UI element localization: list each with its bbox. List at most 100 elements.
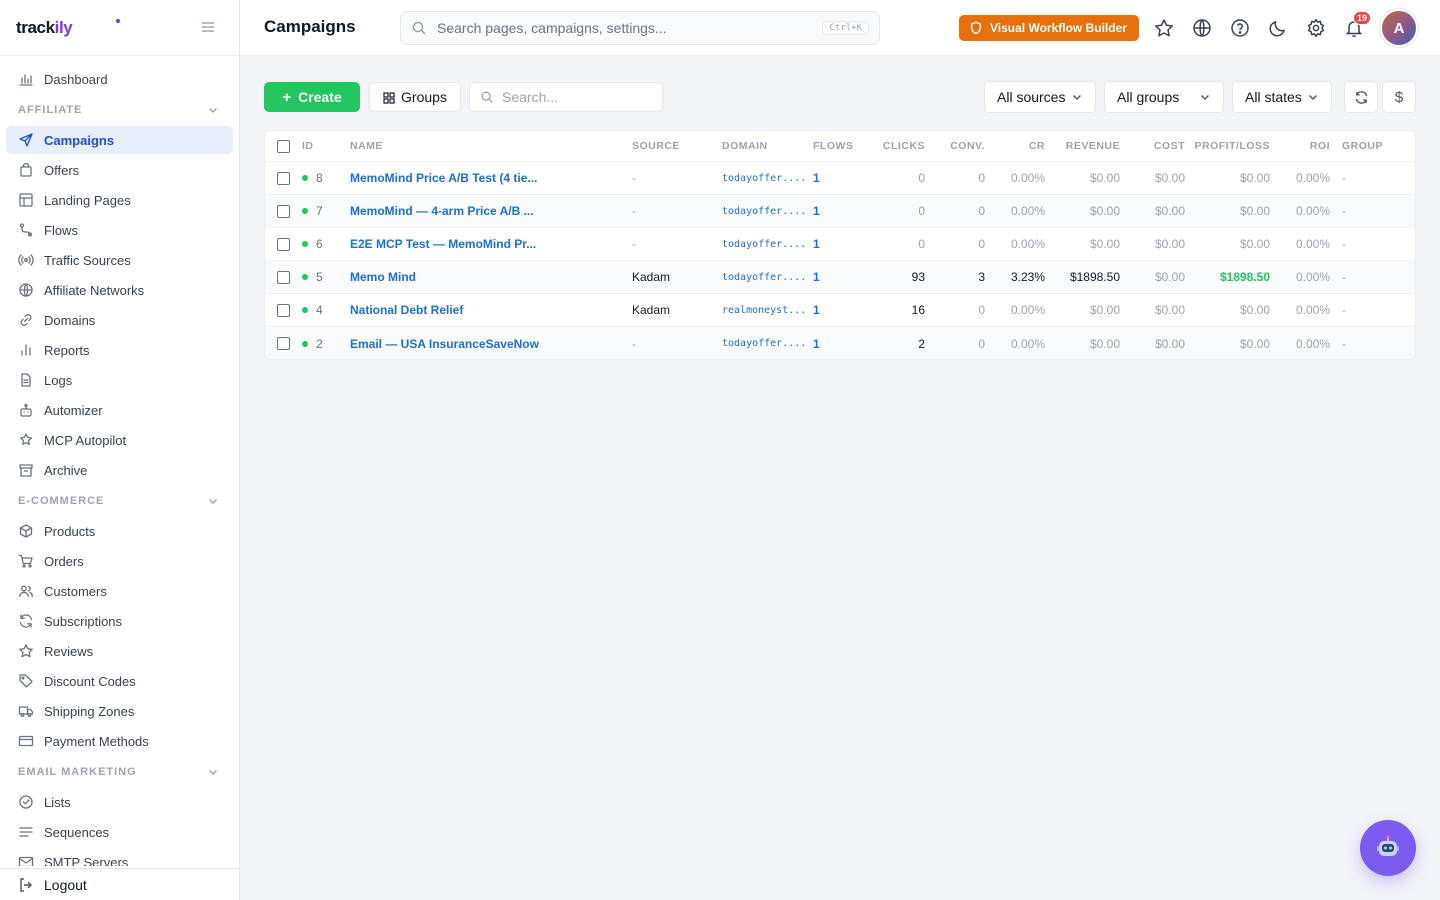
- cell-domain: todayoffer....: [722, 162, 804, 194]
- table-search-input[interactable]: [502, 89, 652, 105]
- sidebar-item-affiliate-networks[interactable]: Affiliate Networks: [6, 276, 233, 304]
- globe-icon[interactable]: [1191, 17, 1213, 39]
- sidebar-item-offers[interactable]: Offers: [6, 156, 233, 184]
- star-icon[interactable]: [1153, 17, 1175, 39]
- currency-button[interactable]: $: [1382, 81, 1416, 113]
- row-checkbox[interactable]: [277, 237, 290, 251]
- sidebar-item-mcp-autopilot[interactable]: MCP Autopilot: [6, 426, 233, 454]
- create-button[interactable]: + Create: [264, 82, 360, 112]
- column-header-id[interactable]: ID: [302, 131, 342, 161]
- sidebar-item-customers[interactable]: Customers: [6, 577, 233, 605]
- sidebar-item-subscriptions[interactable]: Subscriptions: [6, 607, 233, 635]
- logout-button[interactable]: Logout: [0, 868, 239, 900]
- section-email-marketing[interactable]: EMAIL MARKETING: [0, 757, 239, 787]
- flows-link[interactable]: 1: [813, 270, 820, 284]
- column-header-source[interactable]: SOURCE: [632, 131, 712, 161]
- column-header-group[interactable]: GROUP: [1342, 131, 1402, 161]
- column-header-profit[interactable]: PROFIT/LOSS: [1189, 131, 1270, 161]
- sidebar-item-lists[interactable]: Lists: [6, 788, 233, 816]
- domain-link[interactable]: todayoffer....: [722, 338, 804, 349]
- table-row[interactable]: 7 MemoMind — 4-arm Price A/B ... - todayoff…: [265, 195, 1415, 228]
- table-row[interactable]: 6 E2E MCP Test — MemoMind Pr... - todayoffe…: [265, 228, 1415, 261]
- sidebar-item-dashboard[interactable]: Dashboard: [6, 65, 233, 93]
- sidebar-item-traffic-sources[interactable]: Traffic Sources: [6, 246, 233, 274]
- sidebar-item-products[interactable]: Products: [6, 517, 233, 545]
- global-search[interactable]: Ctrl+K: [400, 11, 880, 45]
- sidebar-item-reports[interactable]: Reports: [6, 336, 233, 364]
- sidebar-item-flows[interactable]: Flows: [6, 216, 233, 244]
- sidebar-item-reviews[interactable]: Reviews: [6, 637, 233, 665]
- avatar[interactable]: A: [1382, 11, 1416, 45]
- cell-clicks: 16: [865, 294, 925, 326]
- table-row[interactable]: 5 Memo Mind Kadam todayoffer.... 1 93 3 3.23% $1…: [265, 261, 1415, 294]
- groups-filter[interactable]: All groups: [1104, 81, 1224, 113]
- link-icon: [18, 312, 34, 328]
- chevron-down-icon: [209, 108, 217, 113]
- sidebar-item-domains[interactable]: Domains: [6, 306, 233, 334]
- states-filter[interactable]: All states: [1232, 81, 1332, 113]
- column-header-clicks[interactable]: CLICKS: [865, 131, 925, 161]
- sidebar-item-orders[interactable]: Orders: [6, 547, 233, 575]
- global-search-input[interactable]: [437, 20, 823, 36]
- table-search[interactable]: [469, 82, 663, 112]
- sidebar-item-campaigns[interactable]: Campaigns: [6, 126, 233, 154]
- sources-filter[interactable]: All sources: [984, 81, 1096, 113]
- help-icon[interactable]: [1229, 17, 1251, 39]
- row-checkbox[interactable]: [277, 270, 290, 284]
- column-header-flows[interactable]: FLOWS: [813, 131, 859, 161]
- sidebar-item-landing-pages[interactable]: Landing Pages: [6, 186, 233, 214]
- campaign-name-link[interactable]: Memo Mind: [350, 270, 416, 284]
- row-checkbox[interactable]: [277, 303, 290, 317]
- row-checkbox[interactable]: [277, 204, 290, 218]
- flows-link[interactable]: 1: [813, 237, 820, 251]
- column-header-revenue[interactable]: REVENUE: [1049, 131, 1120, 161]
- campaign-name-link[interactable]: MemoMind Price A/B Test (4 tie...: [350, 171, 537, 185]
- table-row[interactable]: 4 National Debt Relief Kadam realmoneyst...…: [265, 294, 1415, 327]
- column-header-name[interactable]: NAME: [350, 131, 540, 161]
- sidebar-item-archive[interactable]: Archive: [6, 456, 233, 484]
- menu-icon[interactable]: [199, 18, 217, 36]
- sidebar-item-payment-methods[interactable]: Payment Methods: [6, 727, 233, 755]
- flows-link[interactable]: 1: [813, 303, 820, 317]
- logo[interactable]: trackily: [16, 18, 73, 38]
- refresh-button[interactable]: [1344, 81, 1378, 113]
- campaign-name-link[interactable]: National Debt Relief: [350, 303, 463, 317]
- domain-link[interactable]: realmoneyst...: [722, 305, 804, 316]
- campaign-name-link[interactable]: Email — USA InsuranceSaveNow: [350, 337, 539, 351]
- sidebar-item-smtp-servers[interactable]: SMTP Servers: [6, 848, 233, 866]
- moon-icon[interactable]: [1267, 17, 1289, 39]
- sidebar-item-sequences[interactable]: Sequences: [6, 818, 233, 846]
- table-row[interactable]: 8 MemoMind Price A/B Test (4 tie... - today…: [265, 162, 1415, 195]
- sidebar-item-shipping-zones[interactable]: Shipping Zones: [6, 697, 233, 725]
- section-e-commerce[interactable]: E-COMMERCE: [0, 486, 239, 516]
- sidebar-item-logs[interactable]: Logs: [6, 366, 233, 394]
- assistant-button[interactable]: [1360, 820, 1416, 876]
- row-checkbox[interactable]: [277, 171, 290, 185]
- column-header-roi[interactable]: ROI: [1275, 131, 1330, 161]
- cell-revenue: $0.00: [1049, 195, 1120, 227]
- column-header-cost[interactable]: COST: [1125, 131, 1185, 161]
- select-all-checkbox[interactable]: [277, 139, 290, 153]
- column-header-domain[interactable]: DOMAIN: [722, 131, 804, 161]
- domain-link[interactable]: todayoffer....: [722, 206, 804, 217]
- domain-link[interactable]: todayoffer....: [722, 272, 804, 283]
- flows-link[interactable]: 1: [813, 204, 820, 218]
- sidebar-item-automizer[interactable]: Automizer: [6, 396, 233, 424]
- row-checkbox[interactable]: [277, 337, 290, 350]
- section-affiliate[interactable]: AFFILIATE: [0, 95, 239, 125]
- sidebar-item-discount-codes[interactable]: Discount Codes: [6, 667, 233, 695]
- table-row[interactable]: 2 Email — USA InsuranceSaveNow - todayoffer…: [265, 327, 1415, 359]
- cell-domain: todayoffer....: [722, 327, 804, 359]
- domain-link[interactable]: todayoffer....: [722, 239, 804, 250]
- flows-link[interactable]: 1: [813, 171, 820, 185]
- flows-link[interactable]: 1: [813, 337, 820, 351]
- domain-link[interactable]: todayoffer....: [722, 173, 804, 184]
- cell-cost: $0.00: [1154, 171, 1185, 185]
- campaign-name-link[interactable]: MemoMind — 4-arm Price A/B ...: [350, 204, 534, 218]
- groups-button[interactable]: Groups: [369, 82, 461, 112]
- column-header-cr[interactable]: CR: [989, 131, 1045, 161]
- visual-workflow-builder-button[interactable]: Visual Workflow Builder: [959, 15, 1139, 41]
- gear-icon[interactable]: [1305, 17, 1327, 39]
- campaign-name-link[interactable]: E2E MCP Test — MemoMind Pr...: [350, 237, 536, 251]
- column-header-conv[interactable]: CONV.: [929, 131, 985, 161]
